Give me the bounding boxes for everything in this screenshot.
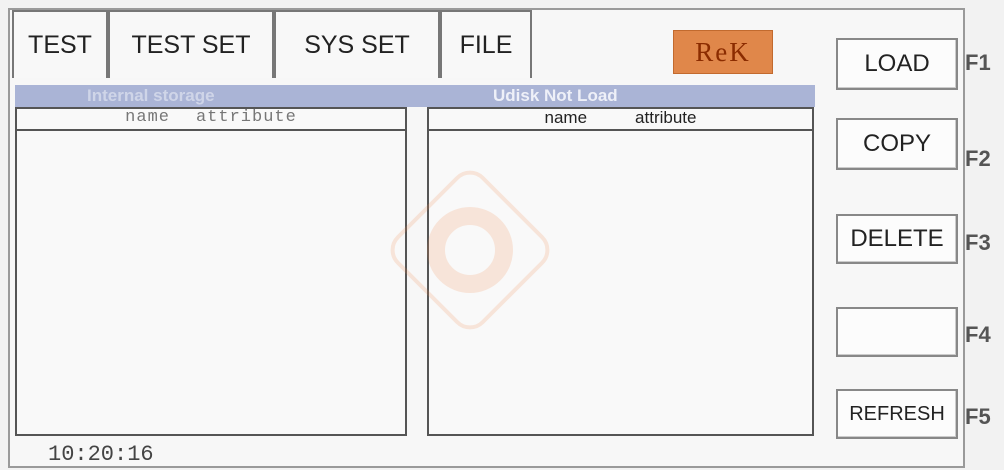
internal-col-attribute: attribute	[195, 108, 297, 127]
brand-logo: ReK	[673, 30, 773, 74]
internal-col-name: name	[125, 108, 170, 127]
f5-key-label: F5	[965, 404, 991, 429]
f4-key-label: F4	[965, 322, 991, 347]
load-button[interactable]: LOAD	[836, 38, 958, 90]
internal-storage-label: Internal storage	[87, 86, 215, 105]
internal-storage-list[interactable]: name attribute	[15, 107, 407, 436]
storage-header-bar: Internal storage Udisk Not Load	[15, 85, 815, 107]
udisk-list-header: name attribute	[429, 109, 812, 131]
copy-button[interactable]: COPY	[836, 118, 958, 170]
f3-key-label: F3	[965, 230, 991, 255]
blank-function-button[interactable]	[836, 307, 958, 357]
tab-test[interactable]: TEST	[12, 10, 108, 78]
udisk-col-attribute: attribute	[635, 108, 697, 127]
tab-sys-set[interactable]: SYS SET	[274, 10, 440, 78]
clock-display: 10:20:16	[48, 442, 154, 467]
internal-list-header: name attribute	[17, 109, 405, 131]
tab-file[interactable]: FILE	[440, 10, 532, 78]
tab-test-set[interactable]: TEST SET	[108, 10, 274, 78]
f1-key-label: F1	[965, 50, 991, 75]
udisk-storage-list[interactable]: name attribute	[427, 107, 814, 436]
udisk-status-label: Udisk Not Load	[493, 86, 618, 105]
refresh-button[interactable]: REFRESH	[836, 389, 958, 439]
delete-button[interactable]: DELETE	[836, 214, 958, 264]
udisk-col-name: name	[544, 108, 588, 127]
f2-key-label: F2	[965, 146, 991, 171]
